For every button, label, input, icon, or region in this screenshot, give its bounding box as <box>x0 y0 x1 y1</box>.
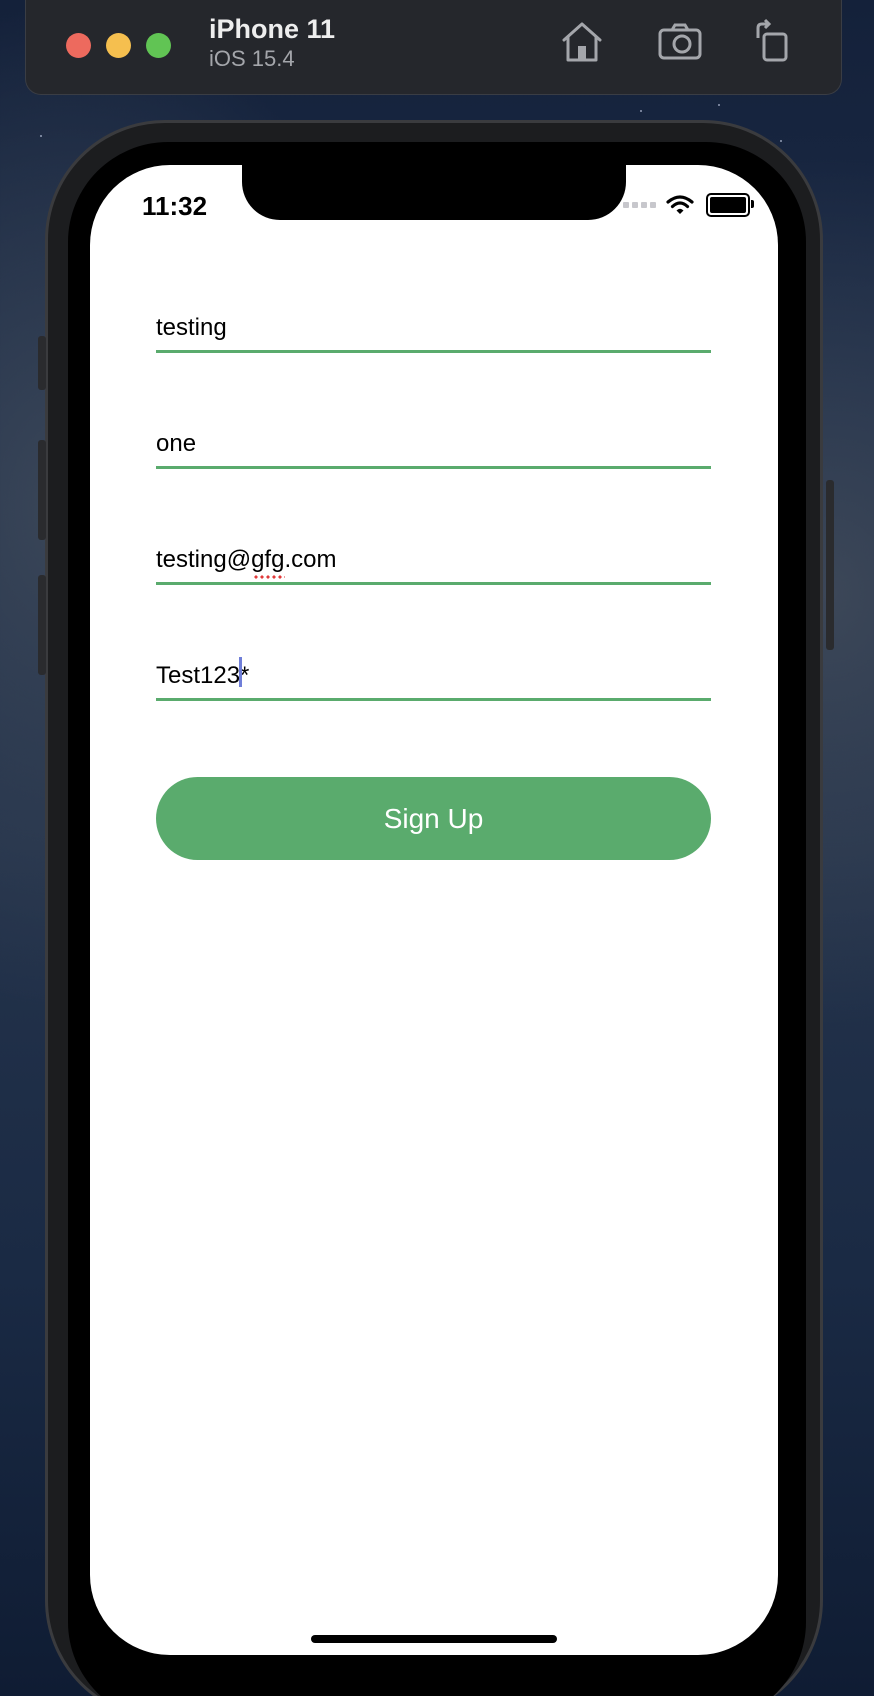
zoom-window-button[interactable] <box>146 33 171 58</box>
last-name-field[interactable] <box>156 409 711 469</box>
sign-up-button[interactable]: Sign Up <box>156 777 711 860</box>
mute-switch <box>38 336 46 390</box>
simulator-toolbar: iPhone 11 iOS 15.4 <box>25 0 842 95</box>
power-button <box>826 480 834 650</box>
home-indicator[interactable] <box>311 1635 557 1643</box>
close-window-button[interactable] <box>66 33 91 58</box>
home-icon[interactable] <box>558 18 606 66</box>
text-cursor <box>239 657 242 687</box>
screenshot-icon[interactable] <box>656 18 704 66</box>
volume-up-button <box>38 440 46 540</box>
notch <box>242 165 626 220</box>
phone-screen: 11:32 Sign Up <box>90 165 778 1655</box>
os-version: iOS 15.4 <box>209 46 295 71</box>
last-name-input[interactable] <box>156 430 711 458</box>
first-name-input[interactable] <box>156 314 711 342</box>
spellcheck-underline <box>253 575 285 579</box>
cellular-signal-icon <box>623 202 656 208</box>
device-name: iPhone 11 <box>209 14 336 44</box>
first-name-field[interactable] <box>156 293 711 353</box>
email-field[interactable] <box>156 525 711 585</box>
minimize-window-button[interactable] <box>106 33 131 58</box>
email-input[interactable] <box>156 546 711 574</box>
battery-icon <box>706 193 754 217</box>
volume-down-button <box>38 575 46 675</box>
rotate-icon[interactable] <box>750 18 798 66</box>
status-icons <box>623 193 754 217</box>
wifi-icon <box>666 195 694 214</box>
status-time: 11:32 <box>142 191 208 221</box>
password-field[interactable] <box>156 641 711 701</box>
